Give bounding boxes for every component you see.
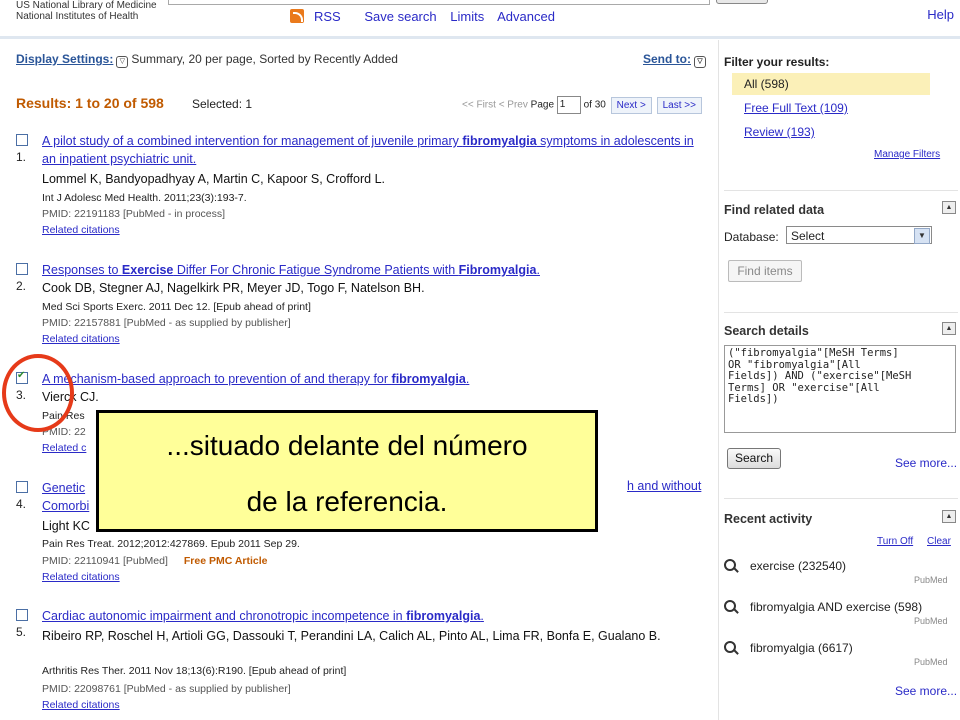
- result-title-link[interactable]: Cardiac autonomic impairment and chronot…: [42, 607, 702, 625]
- highlight-circle: [2, 354, 74, 432]
- sidebar-divider: [718, 40, 719, 720]
- filter-free-full-text[interactable]: Free Full Text (109): [744, 101, 848, 115]
- result-journal: Arthritis Res Ther. 2011 Nov 18;13(6):R1…: [42, 665, 347, 677]
- result-pmid: PMID: 22110941 [PubMed] Free PMC Article: [42, 555, 268, 567]
- result-number: 2.: [16, 279, 27, 293]
- result-authors: Ribeiro RP, Roschel H, Artioli GG, Dasso…: [42, 629, 661, 643]
- search-button[interactable]: Search: [727, 448, 781, 469]
- result-title-link[interactable]: A mechanism-based approach to prevention…: [42, 370, 702, 388]
- select-checkbox[interactable]: [16, 609, 28, 621]
- select-checkbox[interactable]: [16, 134, 28, 146]
- section-divider: [724, 498, 958, 499]
- free-pmc-article-link[interactable]: Free PMC Article: [184, 555, 268, 567]
- result-authors: Cook DB, Stegner AJ, Nagelkirk PR, Meyer…: [42, 281, 425, 295]
- result-title-link[interactable]: A pilot study of a combined intervention…: [42, 132, 702, 168]
- section-divider: [724, 190, 958, 191]
- find-items-button[interactable]: Find items: [728, 260, 802, 282]
- callout-box: ...situado delante del número de la refe…: [96, 410, 598, 532]
- related-citations-link[interactable]: Related citations: [42, 699, 120, 711]
- result-number: 1.: [16, 150, 27, 164]
- manage-filters-link[interactable]: Manage Filters: [874, 149, 940, 160]
- result-pmid: PMID: 22157881 [PubMed - as supplied by …: [42, 317, 291, 329]
- see-more-link[interactable]: See more...: [895, 684, 957, 698]
- search-icon: [724, 641, 738, 655]
- clear-link[interactable]: Clear: [927, 536, 951, 547]
- result-pmid: PMID: 22191183 [PubMed - in process]: [42, 208, 226, 220]
- help-link[interactable]: Help: [927, 7, 954, 22]
- search-details-textarea[interactable]: ("fibromyalgia"[MeSH Terms] OR "fibromya…: [724, 345, 956, 433]
- search-icon: [724, 559, 738, 573]
- result-number: 4.: [16, 497, 27, 511]
- search-details-heading: Search details: [724, 324, 809, 338]
- selected-count: Selected: 1: [192, 97, 253, 111]
- prev-page-link[interactable]: < Prev: [499, 100, 528, 111]
- chevron-down-icon[interactable]: ▽: [116, 56, 129, 68]
- related-citations-link[interactable]: Related citations: [42, 571, 120, 583]
- result-journal: Int J Adolesc Med Health. 2011;23(3):193…: [42, 192, 247, 204]
- rss-icon: [290, 9, 304, 23]
- related-citations-link[interactable]: Related citations: [42, 224, 120, 236]
- advanced-link[interactable]: Advanced: [497, 9, 555, 24]
- result-title-link[interactable]: Responses to Exercise Differ For Chronic…: [42, 261, 702, 279]
- turn-off-link[interactable]: Turn Off: [877, 536, 913, 547]
- callout-line2: de la referencia.: [246, 486, 448, 517]
- search-input[interactable]: [168, 0, 710, 5]
- result-pmid: PMID: 22098761 [PubMed - as supplied by …: [42, 683, 291, 695]
- results-count: Results: 1 to 20 of 598: [16, 95, 164, 111]
- save-search-link[interactable]: Save search: [364, 9, 436, 24]
- page-number-input[interactable]: 1: [556, 96, 581, 114]
- callout-line1: ...situado delante del número: [166, 430, 528, 461]
- collapse-icon[interactable]: ▲: [942, 201, 956, 214]
- result-authors: Light KC: [42, 519, 90, 533]
- search-submit-button[interactable]: [716, 0, 768, 4]
- last-page-button[interactable]: Last >>: [656, 96, 702, 114]
- header: US National Library of Medicine National…: [0, 0, 960, 36]
- chevron-down-icon[interactable]: ▽: [694, 56, 706, 68]
- recent-activity-heading: Recent activity: [724, 512, 813, 526]
- select-checkbox[interactable]: [16, 481, 28, 493]
- display-settings-link[interactable]: Display Settings:: [16, 52, 113, 66]
- first-page-link[interactable]: << First: [462, 100, 496, 111]
- filter-review[interactable]: Review (193): [744, 125, 815, 139]
- limits-link[interactable]: Limits: [450, 9, 484, 24]
- nlm-line1: US National Library of Medicine: [16, 0, 157, 11]
- display-settings: Display Settings: ▽ Summary, 20 per page, …: [16, 52, 398, 68]
- related-citations-link[interactable]: Related c: [42, 442, 86, 454]
- result-number: 5.: [16, 625, 27, 639]
- see-more-link[interactable]: See more...: [895, 456, 957, 470]
- filter-heading: Filter your results:: [724, 55, 830, 69]
- send-to-link[interactable]: Send to:: [643, 52, 691, 66]
- section-divider: [724, 312, 958, 313]
- database-select[interactable]: Select ▼: [786, 226, 932, 244]
- related-citations-link[interactable]: Related citations: [42, 333, 120, 345]
- next-page-button[interactable]: Next >: [610, 96, 652, 114]
- result-journal: Pain Res Treat. 2012;2012:427869. Epub 2…: [42, 538, 300, 550]
- database-label: Database:: [724, 230, 779, 244]
- filter-all[interactable]: All (598): [732, 73, 930, 95]
- result-authors: Lommel K, Bandyopadhyay A, Martin C, Kap…: [42, 172, 385, 186]
- find-related-heading: Find related data: [724, 203, 825, 217]
- result-title-link-tail[interactable]: h and without: [627, 479, 701, 493]
- result-journal: Med Sci Sports Exerc. 2011 Dec 12. [Epub…: [42, 301, 311, 313]
- page-total: of 30: [583, 99, 606, 111]
- search-icon: [724, 600, 738, 614]
- nlm-logo-text[interactable]: US National Library of Medicine National…: [16, 0, 157, 22]
- header-divider: [0, 36, 960, 39]
- pagination: << First < Prev Page 1 of 30 Next > Last…: [462, 96, 702, 114]
- search-toolbar: RSS Save search Limits Advanced: [290, 9, 565, 24]
- select-checkbox[interactable]: [16, 263, 28, 275]
- send-to[interactable]: Send to: ▽: [643, 52, 709, 68]
- chevron-down-icon: ▼: [914, 228, 930, 244]
- display-settings-value: Summary, 20 per page, Sorted by Recently…: [131, 52, 398, 66]
- nlm-line2: National Institutes of Health: [16, 11, 139, 22]
- collapse-icon[interactable]: ▲: [942, 510, 956, 523]
- page-label: Page: [530, 99, 555, 111]
- rss-link[interactable]: RSS: [290, 9, 351, 24]
- collapse-icon[interactable]: ▲: [942, 322, 956, 335]
